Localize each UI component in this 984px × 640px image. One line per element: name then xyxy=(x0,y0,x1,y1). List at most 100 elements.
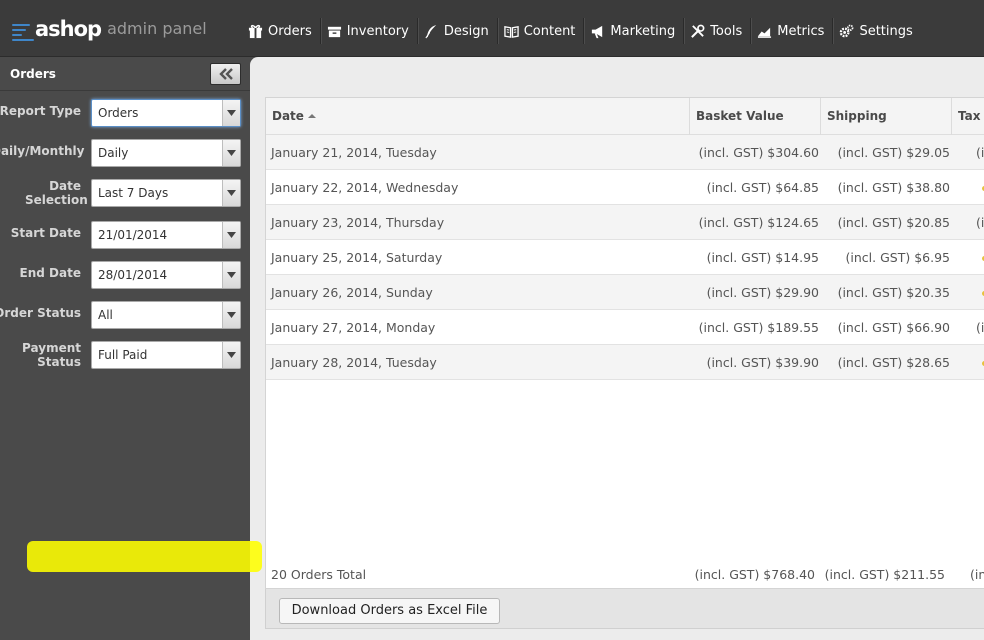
table-row[interactable]: January 27, 2014, Monday (incl. GST) $189… xyxy=(266,310,984,345)
download-excel-button[interactable]: Download Orders as Excel File xyxy=(279,598,500,624)
gift-icon xyxy=(248,24,263,39)
cell-date: January 26, 2014, Sunday xyxy=(271,285,433,300)
sort-ascending-icon xyxy=(307,114,316,118)
nav-label: Metrics xyxy=(777,23,825,39)
nav-tools[interactable]: Tools xyxy=(684,18,752,44)
filter-start-date: Start Date 21/01/2014 xyxy=(0,221,250,251)
gear-icon xyxy=(839,24,854,39)
book-icon xyxy=(503,24,519,39)
end-date-select[interactable]: 28/01/2014 xyxy=(91,261,241,289)
cell-date: January 27, 2014, Monday xyxy=(271,320,436,335)
select-value: All xyxy=(98,308,113,322)
cell-date: January 23, 2014, Thursday xyxy=(271,215,445,230)
filter-label: Report Type xyxy=(0,104,81,118)
cell-tax: (i xyxy=(976,320,984,335)
column-header-basket-value[interactable]: Basket Value xyxy=(690,98,821,135)
nav-label: Design xyxy=(443,23,489,39)
nav-content[interactable]: Content xyxy=(498,18,585,44)
payment-status-select[interactable]: Full Paid xyxy=(91,341,241,369)
table-row[interactable]: January 23, 2014, Thursday (incl. GST) $1… xyxy=(266,205,984,240)
order-status-select[interactable]: All xyxy=(91,301,241,329)
cell-date: January 28, 2014, Tuesday xyxy=(271,355,437,370)
cell-basket-value: (incl. GST) $39.90 xyxy=(706,355,819,370)
table-row[interactable]: January 25, 2014, Saturday (incl. GST) $1… xyxy=(266,240,984,275)
cell-shipping: (incl. GST) $38.80 xyxy=(837,180,950,195)
filter-label: Payment Status xyxy=(22,341,81,369)
table-row[interactable]: January 26, 2014, Sunday (incl. GST) $29.… xyxy=(266,275,984,310)
filter-daily-monthly: Daily/Monthly Daily xyxy=(0,139,250,169)
total-label: 20 Orders Total xyxy=(271,567,367,582)
filter-label: Date Selection xyxy=(25,179,88,207)
select-value: Orders xyxy=(98,106,139,120)
nav-label: Settings xyxy=(859,23,913,39)
main-content: Date Basket Value Shipping Tax January 2… xyxy=(250,57,984,640)
nav-orders[interactable]: Orders xyxy=(242,18,321,44)
cell-date: January 25, 2014, Saturday xyxy=(271,250,443,265)
chevron-down-icon[interactable] xyxy=(222,222,240,248)
chevron-down-icon[interactable] xyxy=(222,100,240,126)
cell-shipping: (incl. GST) $28.65 xyxy=(837,355,950,370)
select-value: 28/01/2014 xyxy=(98,268,168,282)
cell-shipping: (incl. GST) $6.95 xyxy=(845,250,950,265)
feather-icon xyxy=(424,24,439,39)
column-header-tax[interactable]: Tax xyxy=(952,98,984,135)
table-row[interactable]: January 22, 2014, Wednesday (incl. GST) $… xyxy=(266,170,984,205)
column-header-shipping[interactable]: Shipping xyxy=(821,98,952,135)
nav-label: Inventory xyxy=(346,23,409,39)
orders-report-table: Date Basket Value Shipping Tax January 2… xyxy=(265,97,984,589)
chevron-down-icon[interactable] xyxy=(222,302,240,328)
filter-payment-status: Payment Status Full Paid xyxy=(0,341,250,371)
filter-report-type: Report Type Orders xyxy=(0,99,250,129)
chevron-down-icon[interactable] xyxy=(222,140,240,166)
top-bar: ashop admin panel Orders Inventory Desig… xyxy=(0,0,984,57)
cell-tax: (i xyxy=(976,145,984,160)
logo[interactable]: ashop admin panel xyxy=(12,12,207,42)
double-chevron-left-icon xyxy=(218,68,233,80)
cell-date: January 22, 2014, Wednesday xyxy=(271,180,459,195)
chart-icon xyxy=(757,24,772,39)
date-selection-select[interactable]: Last 7 Days xyxy=(91,179,241,207)
nav-design[interactable]: Design xyxy=(418,18,498,44)
logo-subtitle: admin panel xyxy=(107,19,207,38)
cell-basket-value: (incl. GST) $64.85 xyxy=(706,180,819,195)
select-value: Daily xyxy=(98,146,129,160)
filter-end-date: End Date 28/01/2014 xyxy=(0,261,250,291)
report-type-select[interactable]: Orders xyxy=(91,99,241,127)
daily-monthly-select[interactable]: Daily xyxy=(91,139,241,167)
tools-icon xyxy=(690,24,705,39)
select-value: Full Paid xyxy=(98,348,148,362)
cell-tax: (i xyxy=(976,215,984,230)
collapse-sidebar-button[interactable] xyxy=(210,63,241,85)
column-header-date[interactable]: Date xyxy=(266,98,690,135)
main-nav: Orders Inventory Design Content Marketin… xyxy=(242,18,921,44)
table-header: Date Basket Value Shipping Tax xyxy=(266,98,984,135)
chevron-down-icon[interactable] xyxy=(222,262,240,288)
logo-mark-icon xyxy=(12,18,34,42)
nav-marketing[interactable]: Marketing xyxy=(584,18,685,44)
chevron-down-icon[interactable] xyxy=(222,342,240,368)
megaphone-icon xyxy=(590,24,605,39)
nav-settings[interactable]: Settings xyxy=(833,18,920,44)
highlight-marker xyxy=(27,541,262,572)
cell-basket-value: (incl. GST) $189.55 xyxy=(698,320,819,335)
nav-label: Marketing xyxy=(610,23,676,39)
select-value: 21/01/2014 xyxy=(98,228,168,242)
chevron-down-icon[interactable] xyxy=(222,180,240,206)
cell-shipping: (incl. GST) $20.85 xyxy=(837,215,950,230)
select-value: Last 7 Days xyxy=(98,186,169,200)
table-row[interactable]: January 28, 2014, Tuesday (incl. GST) $39… xyxy=(266,345,984,380)
cell-basket-value: (incl. GST) $304.60 xyxy=(698,145,819,160)
filter-label: End Date xyxy=(19,266,81,280)
nav-label: Content xyxy=(523,23,576,39)
cell-basket-value: (incl. GST) $124.65 xyxy=(698,215,819,230)
nav-metrics[interactable]: Metrics xyxy=(751,18,834,44)
nav-inventory[interactable]: Inventory xyxy=(321,18,418,44)
start-date-select[interactable]: 21/01/2014 xyxy=(91,221,241,249)
filter-label: Start Date xyxy=(10,226,81,240)
table-row[interactable]: January 21, 2014, Tuesday (incl. GST) $30… xyxy=(266,135,984,170)
cell-shipping: (incl. GST) $20.35 xyxy=(837,285,950,300)
filter-order-status: Order Status All xyxy=(0,301,250,331)
total-shipping: (incl. GST) $211.55 xyxy=(824,567,945,582)
cell-shipping: (incl. GST) $29.05 xyxy=(837,145,950,160)
total-tax: (in xyxy=(970,567,984,582)
